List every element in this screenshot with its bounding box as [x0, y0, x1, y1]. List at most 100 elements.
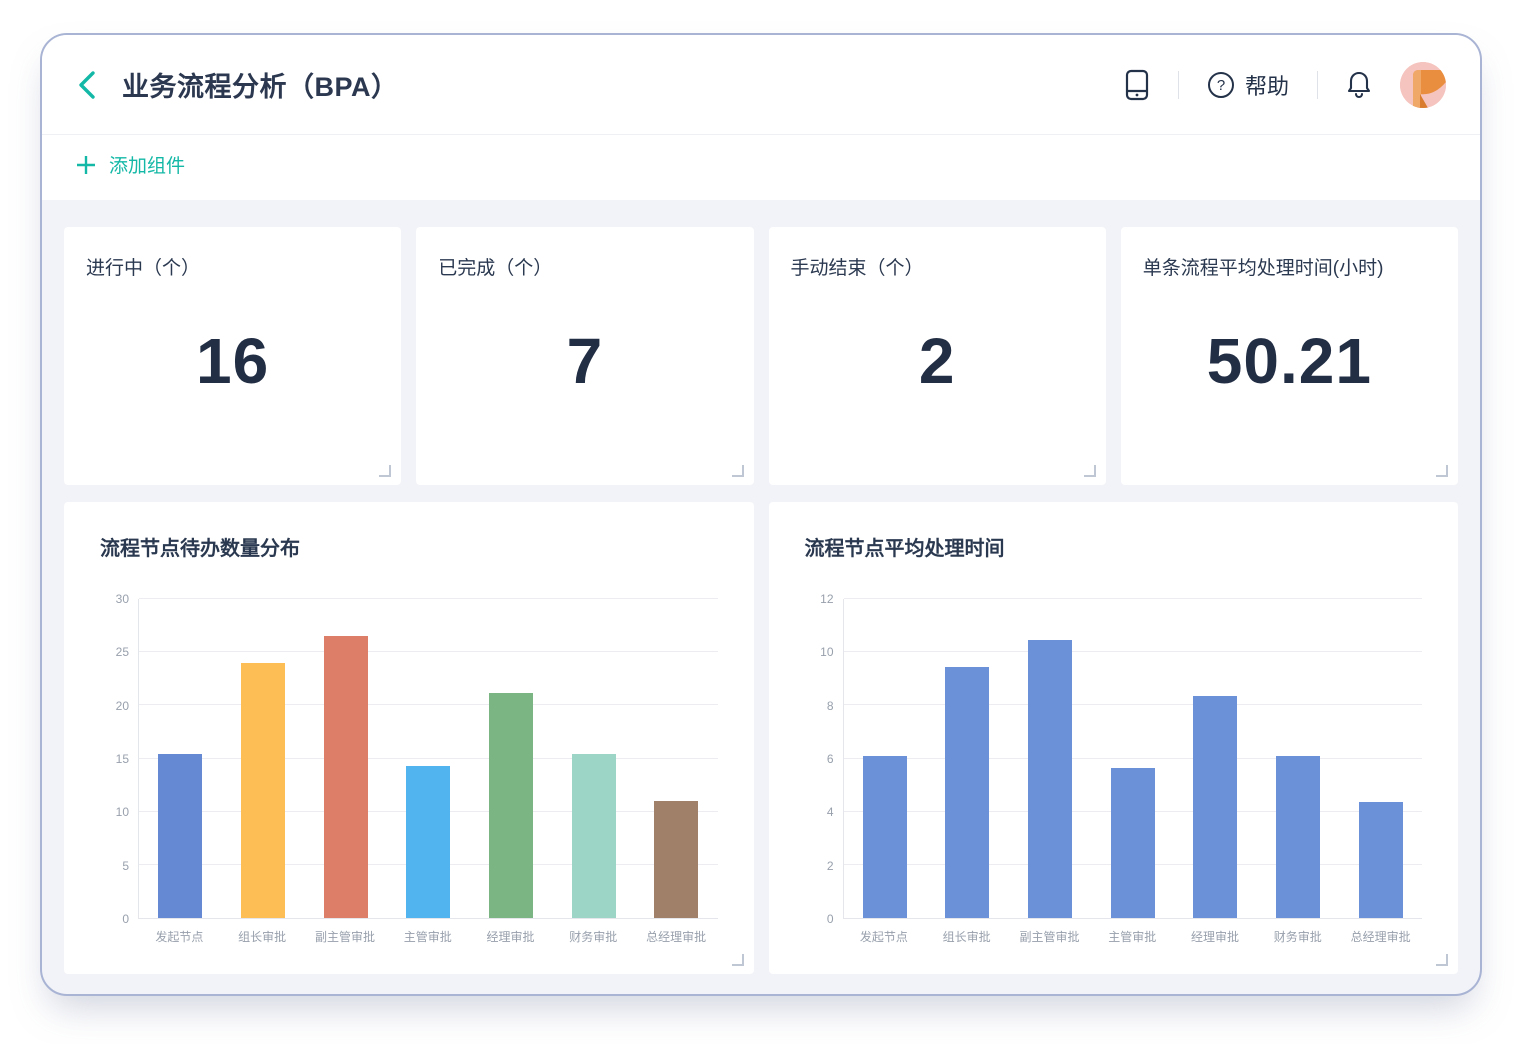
help-button[interactable]: ? 帮助	[1207, 69, 1289, 101]
back-chevron-icon	[76, 70, 98, 100]
header-divider	[1178, 71, 1179, 99]
y-tick-label: 2	[827, 859, 834, 873]
resize-handle[interactable]	[1436, 465, 1448, 477]
header: 业务流程分析（BPA） ? 帮助	[42, 35, 1480, 135]
bar-经理审批[interactable]	[1193, 696, 1237, 918]
resize-handle[interactable]	[732, 465, 744, 477]
x-axis-label: 总经理审批	[1339, 919, 1422, 947]
chart-title: 流程节点平均处理时间	[805, 532, 1423, 561]
charts-row: 流程节点待办数量分布 051015202530 发起节点组长审批副主管审批主管审…	[64, 502, 1458, 974]
chart-title: 流程节点待办数量分布	[100, 532, 718, 561]
add-component-button[interactable]: 添加组件	[76, 151, 185, 178]
y-tick-label: 10	[116, 805, 129, 819]
y-tick-label: 0	[827, 912, 834, 926]
bar-slot	[844, 599, 927, 918]
app-window: 业务流程分析（BPA） ? 帮助	[40, 33, 1482, 996]
x-axis-label: 财务审批	[552, 919, 635, 947]
bar-组长审批[interactable]	[945, 667, 989, 918]
help-label: 帮助	[1245, 69, 1289, 101]
y-axis: 024681012	[805, 599, 843, 919]
bar-主管审批[interactable]	[406, 766, 450, 918]
bar-slot	[1009, 599, 1092, 918]
bar-slot	[926, 599, 1009, 918]
bar-发起节点[interactable]	[158, 754, 202, 918]
x-axis-label: 主管审批	[386, 919, 469, 947]
x-axis-labels: 发起节点组长审批副主管审批主管审批经理审批财务审批总经理审批	[843, 919, 1423, 947]
bar-slot	[1091, 599, 1174, 918]
bar-slot	[139, 599, 222, 918]
bars-container	[844, 599, 1423, 918]
back-button[interactable]	[76, 70, 98, 100]
question-circle-icon: ?	[1207, 71, 1235, 99]
resize-handle[interactable]	[732, 954, 744, 966]
notifications-button[interactable]	[1346, 70, 1372, 100]
stats-row: 进行中（个） 16 已完成（个） 7 手动结束（个） 2 单条流程平均处理时间(…	[64, 227, 1458, 485]
x-axis-label: 财务审批	[1256, 919, 1339, 947]
bar-经理审批[interactable]	[489, 693, 533, 918]
bar-副主管审批[interactable]	[1028, 640, 1072, 918]
stat-card-avg-process-time: 单条流程平均处理时间(小时) 50.21	[1121, 227, 1458, 485]
mobile-preview-button[interactable]	[1124, 69, 1150, 101]
resize-handle[interactable]	[1084, 465, 1096, 477]
bar-主管审批[interactable]	[1111, 768, 1155, 918]
stat-card-in-progress: 进行中（个） 16	[64, 227, 401, 485]
bar-slot	[1339, 599, 1422, 918]
y-tick-label: 6	[827, 752, 834, 766]
stat-label: 进行中（个）	[86, 253, 379, 280]
x-axis-label: 经理审批	[469, 919, 552, 947]
stat-label: 单条流程平均处理时间(小时)	[1143, 253, 1436, 280]
bar-slot	[552, 599, 635, 918]
bar-slot	[1257, 599, 1340, 918]
user-avatar[interactable]	[1400, 62, 1446, 108]
chart-card-avg-node-time: 流程节点平均处理时间 024681012 发起节点组长审批副主管审批主管审批经理…	[769, 502, 1459, 974]
x-axis-label: 发起节点	[843, 919, 926, 947]
toolbar: 添加组件	[42, 135, 1480, 200]
header-actions: ? 帮助	[1124, 62, 1446, 108]
bars-container	[139, 599, 718, 918]
plus-icon	[76, 155, 96, 175]
bar-slot	[387, 599, 470, 918]
stat-value: 2	[919, 324, 956, 398]
bar-总经理审批[interactable]	[1359, 802, 1403, 918]
bar-财务审批[interactable]	[572, 754, 616, 918]
y-tick-label: 0	[122, 912, 129, 926]
x-axis-label: 主管审批	[1091, 919, 1174, 947]
bar-副主管审批[interactable]	[324, 636, 368, 918]
plot-area	[138, 599, 718, 919]
bar-slot	[304, 599, 387, 918]
stat-value: 7	[567, 324, 604, 398]
bar-slot	[470, 599, 553, 918]
bar-财务审批[interactable]	[1276, 756, 1320, 918]
bar-发起节点[interactable]	[863, 756, 907, 918]
y-tick-label: 15	[116, 752, 129, 766]
x-axis-labels: 发起节点组长审批副主管审批主管审批经理审批财务审批总经理审批	[138, 919, 718, 947]
y-tick-label: 10	[820, 645, 833, 659]
bar-slot	[635, 599, 718, 918]
x-axis-label: 组长审批	[221, 919, 304, 947]
stat-value: 16	[196, 324, 269, 398]
plot-area	[843, 599, 1423, 919]
x-axis-label: 组长审批	[925, 919, 1008, 947]
x-axis-label: 副主管审批	[1008, 919, 1091, 947]
bar-chart-pending-count: 051015202530 发起节点组长审批副主管审批主管审批经理审批财务审批总经…	[100, 599, 718, 947]
resize-handle[interactable]	[379, 465, 391, 477]
bar-总经理审批[interactable]	[654, 801, 698, 918]
stat-card-manually-ended: 手动结束（个） 2	[769, 227, 1106, 485]
y-axis: 051015202530	[100, 599, 138, 919]
resize-handle[interactable]	[1436, 954, 1448, 966]
svg-text:?: ?	[1217, 77, 1225, 94]
mobile-device-icon	[1124, 69, 1150, 101]
y-tick-label: 30	[116, 592, 129, 606]
bar-slot	[1174, 599, 1257, 918]
y-tick-label: 5	[122, 859, 129, 873]
bar-组长审批[interactable]	[241, 663, 285, 918]
dashboard-content: 进行中（个） 16 已完成（个） 7 手动结束（个） 2 单条流程平均处理时间(…	[42, 200, 1480, 974]
x-axis-label: 经理审批	[1174, 919, 1257, 947]
chart-card-pending-count: 流程节点待办数量分布 051015202530 发起节点组长审批副主管审批主管审…	[64, 502, 754, 974]
y-tick-label: 25	[116, 645, 129, 659]
x-axis-label: 发起节点	[138, 919, 221, 947]
stat-label: 已完成（个）	[438, 253, 731, 280]
stat-value: 50.21	[1207, 324, 1372, 398]
y-tick-label: 8	[827, 699, 834, 713]
x-axis-label: 副主管审批	[304, 919, 387, 947]
